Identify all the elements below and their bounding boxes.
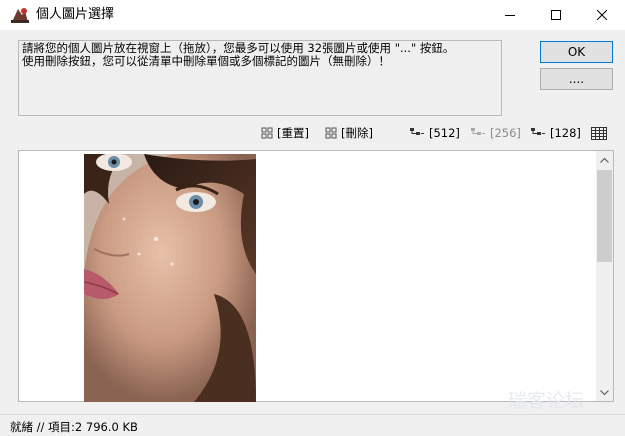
size-512-label: [512] xyxy=(429,126,460,140)
size-128-label: [128] xyxy=(550,126,581,140)
vertical-scrollbar[interactable] xyxy=(596,151,613,401)
instruction-line-1: 請將您的個人圖片放在視窗上（拖放），您最多可以使用 32張圖片或使用 "..."… xyxy=(22,42,455,55)
list-view-button[interactable] xyxy=(591,125,607,141)
instruction-line-2: 使用刪除按鈕，您可以從清單中刪除單個或多個標記的圖片（無刪除）！ xyxy=(22,55,390,68)
size-256-button[interactable]: [256] xyxy=(470,125,521,141)
tree-icon xyxy=(410,128,424,135)
minimize-button[interactable] xyxy=(487,0,533,30)
list-view-icon xyxy=(591,126,607,140)
delete-label: [刪除] xyxy=(341,126,373,140)
delete-button[interactable]: [刪除] xyxy=(325,125,373,141)
maximize-button[interactable] xyxy=(533,0,579,30)
grid-icon xyxy=(325,127,337,139)
reset-button[interactable]: [重置] xyxy=(261,125,309,141)
chevron-down-icon xyxy=(600,389,609,395)
size-128-button[interactable]: [128] xyxy=(530,125,581,141)
window-title: 個人圖片選擇 xyxy=(36,7,115,22)
status-bar: 就緒 // 項目:2 796.0 KB xyxy=(0,414,625,436)
grid-icon xyxy=(261,127,273,139)
tree-icon xyxy=(531,128,545,135)
watermark: 瑞客论坛 xyxy=(508,390,585,412)
status-text: 就緒 // 項目:2 796.0 KB xyxy=(10,420,138,434)
title-bar: 個人圖片選擇 xyxy=(0,0,625,30)
scroll-up-button[interactable] xyxy=(596,151,613,168)
image-list[interactable] xyxy=(18,150,614,402)
instruction-text: 請將您的個人圖片放在視窗上（拖放），您最多可以使用 32張圖片或使用 "..."… xyxy=(18,40,502,116)
ok-button[interactable]: OK xyxy=(540,41,613,63)
close-button[interactable] xyxy=(579,0,625,30)
size-512-button[interactable]: [512] xyxy=(409,125,460,141)
tree-icon xyxy=(471,128,485,135)
app-logo-icon xyxy=(10,6,30,24)
reset-label: [重置] xyxy=(277,126,309,140)
browse-button[interactable]: .... xyxy=(540,68,613,90)
image-thumbnail[interactable] xyxy=(84,154,256,402)
close-icon xyxy=(597,10,607,20)
scroll-thumb[interactable] xyxy=(597,170,612,262)
minimize-icon xyxy=(505,15,515,16)
chevron-up-icon xyxy=(600,157,609,163)
maximize-icon xyxy=(551,10,561,20)
size-256-label: [256] xyxy=(490,126,521,140)
scroll-down-button[interactable] xyxy=(596,384,613,401)
